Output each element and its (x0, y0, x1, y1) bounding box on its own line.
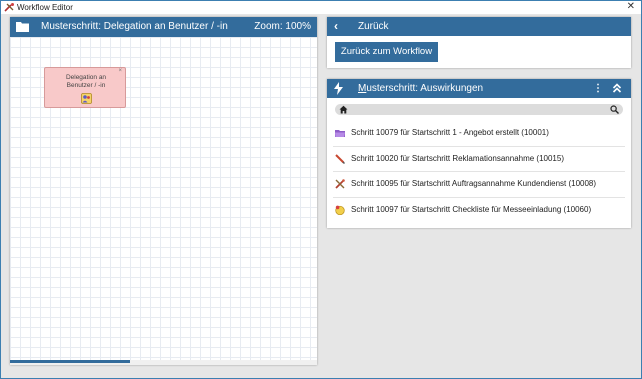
list-item[interactable]: Schritt 10020 für Startschritt Reklamati… (333, 147, 625, 172)
lightning-icon (334, 82, 343, 95)
effects-title-rest: usterschritt: Auswirkungen (366, 83, 484, 94)
effects-panel: Musterschritt: Auswirkungen ⋮ Schritt 10… (327, 79, 631, 228)
user-task-icon (81, 93, 92, 104)
tools-icon (335, 179, 345, 189)
list-item[interactable]: Schritt 10095 für Startschritt Auftragsa… (333, 172, 625, 198)
folder-icon (16, 22, 29, 32)
workflow-editor-window: Workflow Editor ✕ Musterschritt: Delegat… (0, 0, 642, 379)
horizontal-scrollbar[interactable] (10, 360, 317, 365)
back-header[interactable]: ‹ Zurück (327, 17, 631, 36)
list-item-label: Schritt 10020 für Startschritt Reklamati… (351, 153, 564, 163)
list-item-label: Schritt 10097 für Startschritt Checklist… (351, 204, 592, 214)
window-title: Workflow Editor (17, 3, 73, 12)
chevron-left-icon[interactable]: ‹ (334, 19, 338, 33)
back-header-label[interactable]: Zurück (358, 20, 389, 34)
list-item-label: Schritt 10079 für Startschritt 1 - Angeb… (351, 128, 549, 137)
breadcrumb-search-bar[interactable] (335, 104, 623, 115)
title-bar: Workflow Editor ✕ (1, 1, 641, 14)
workflow-node[interactable]: × Delegation an Benutzer / -in (44, 67, 126, 108)
workflow-canvas[interactable]: × Delegation an Benutzer / -in (10, 37, 317, 360)
app-icon (4, 3, 14, 12)
node-label-line1: Delegation an (65, 74, 107, 81)
workflow-editor-panel: Musterschritt: Delegation an Benutzer / … (10, 17, 317, 365)
more-options-icon[interactable]: ⋮ (593, 82, 603, 96)
list-item[interactable]: Schritt 10079 für Startschritt 1 - Angeb… (333, 121, 625, 147)
list-item-label: Schritt 10095 für Startschritt Auftragsa… (351, 179, 597, 188)
list-item[interactable]: Schritt 10097 für Startschritt Checklist… (333, 198, 625, 224)
node-label: Delegation an Benutzer / -in (45, 74, 127, 90)
zoom-level: Zoom: 100% (254, 21, 311, 32)
effects-title: Musterschritt: Auswirkungen (358, 82, 483, 96)
scrollbar-thumb[interactable] (10, 360, 130, 363)
folder-purple-icon (335, 130, 345, 137)
back-panel: ‹ Zurück Zurück zum Workflow (327, 17, 631, 68)
editor-title: Musterschritt: Delegation an Benutzer / … (41, 21, 228, 32)
back-to-workflow-button[interactable]: Zurück zum Workflow (335, 42, 438, 62)
checklist-icon (335, 205, 345, 215)
search-icon[interactable] (610, 105, 619, 114)
home-icon[interactable] (339, 105, 348, 114)
effects-header: Musterschritt: Auswirkungen ⋮ (327, 79, 631, 98)
effects-list: Schritt 10079 für Startschritt 1 - Angeb… (333, 121, 625, 223)
node-label-line2: Benutzer / -in (66, 82, 106, 89)
double-chevron-up-icon[interactable] (612, 83, 622, 93)
pen-icon (335, 153, 345, 164)
editor-header: Musterschritt: Delegation an Benutzer / … (10, 17, 317, 37)
close-icon[interactable]: ✕ (627, 1, 635, 13)
